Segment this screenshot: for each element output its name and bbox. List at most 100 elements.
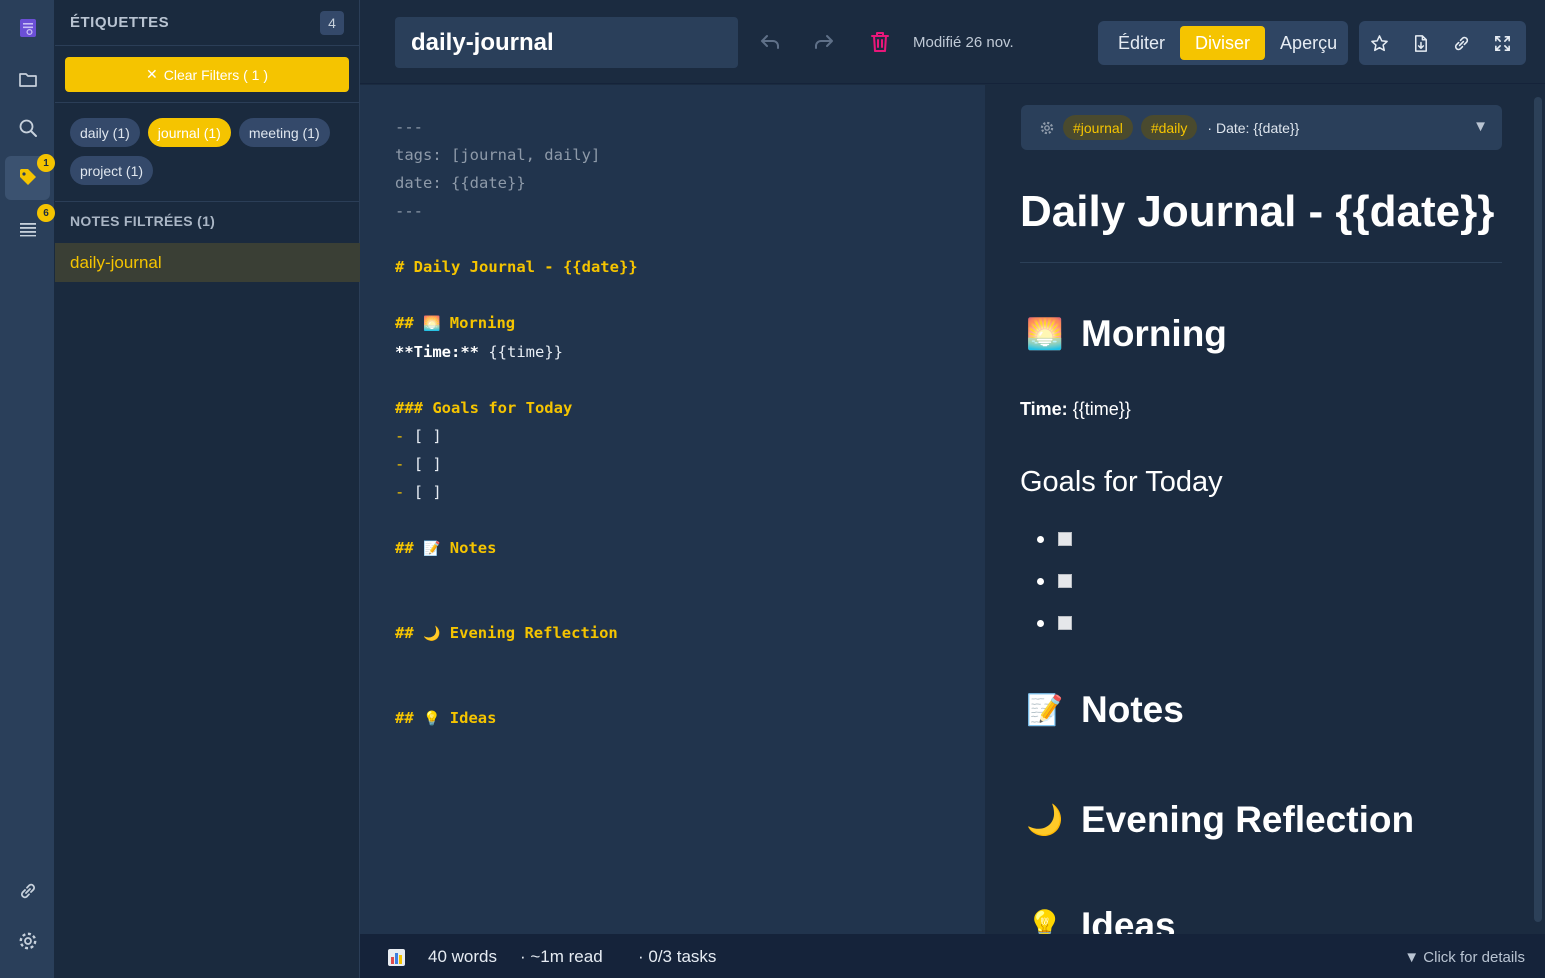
task-checkbox[interactable] (1058, 532, 1072, 546)
memo-icon: 📝 (423, 541, 441, 557)
preview-h2-label: Ideas (1081, 905, 1176, 934)
tags-panel-title: ÉTIQUETTES (70, 14, 170, 31)
fullscreen-icon[interactable] (1482, 21, 1523, 65)
divider (55, 201, 360, 202)
stats-chart-icon (388, 949, 405, 966)
preview-task-item (1037, 532, 1072, 546)
preview-h2-label: Notes (1081, 689, 1184, 730)
editor-content[interactable]: --- tags: [journal, daily] date: {{date}… (395, 113, 638, 733)
task-checkbox[interactable] (1058, 574, 1072, 588)
preview-h2-notes: 📝 Notes (1025, 689, 1184, 731)
divider (55, 102, 360, 103)
tags-panel: ÉTIQUETTES 4 ✕ Clear Filters ( 1 ) daily… (55, 0, 360, 978)
frontmatter-date-line: date: {{date}} (395, 174, 526, 192)
preview-task-item (1037, 616, 1072, 630)
settings-gear-icon (1040, 121, 1054, 134)
frontmatter-tags-line: tags: [journal, daily] (395, 146, 601, 164)
moon-icon: 🌙 (1026, 802, 1064, 838)
link-icon[interactable] (5, 869, 50, 913)
filtered-notes-title: NOTES FILTRÉES (1) (70, 213, 216, 229)
chevron-down-icon[interactable]: ▼ (1473, 118, 1488, 135)
md-h2-evening: Evening Reflection (449, 624, 618, 642)
preview-h2-ideas: 💡 Ideas (1025, 905, 1176, 935)
divider (1020, 262, 1502, 263)
frontmatter-summary[interactable]: #journal #daily · Date: {{date}} ▼ (1021, 105, 1502, 150)
markdown-editor[interactable]: --- tags: [journal, daily] date: {{date}… (360, 85, 985, 934)
bullet (1037, 619, 1044, 627)
md-list-dash: - (395, 427, 405, 445)
lightbulb-icon: 💡 (1026, 908, 1064, 935)
frontmatter-tag-chip[interactable]: #daily (1140, 115, 1198, 140)
preview-h1: Daily Journal - {{date}} (1020, 187, 1495, 236)
word-count: 40 words (428, 947, 497, 966)
preview-h2-label: Morning (1081, 313, 1227, 354)
favorite-star-icon[interactable] (1359, 21, 1400, 65)
preview-h2-morning: 🌅 Morning (1025, 313, 1227, 355)
md-time-key: **Time:** (395, 343, 479, 361)
tag-chip-project[interactable]: project (1) (70, 156, 154, 185)
note-list-item[interactable]: daily-journal (55, 243, 360, 282)
delete-trash-icon[interactable] (866, 28, 894, 56)
preview-time-value: {{time}} (1067, 399, 1131, 419)
clear-filters-label: Clear Filters ( 1 ) (163, 66, 268, 83)
tags-icon[interactable]: 1 (5, 154, 55, 200)
read-time: · ~1m read (520, 947, 603, 966)
md-h2-prefix: ## (395, 624, 414, 642)
redo-icon[interactable] (810, 28, 838, 56)
tag-chip-daily[interactable]: daily (1) (70, 118, 140, 147)
md-h2-ideas: Ideas (449, 709, 497, 727)
markdown-preview: #journal #daily · Date: {{date}} ▼ Daily… (985, 85, 1545, 934)
details-toggle[interactable]: ▼ Click for details (1404, 949, 1525, 966)
task-count: · 0/3 tasks (638, 947, 717, 966)
preview-time-label: Time: (1020, 399, 1068, 419)
app-logo-icon (5, 6, 50, 50)
bullet (1037, 577, 1044, 585)
memo-icon: 📝 (1026, 692, 1064, 728)
sunrise-icon: 🌅 (1026, 316, 1064, 352)
sunrise-icon: 🌅 (423, 316, 441, 332)
moon-icon: 🌙 (423, 626, 441, 642)
preview-h2-label: Evening Reflection (1081, 799, 1415, 840)
preview-h2-evening: 🌙 Evening Reflection (1025, 799, 1414, 841)
preview-scrollbar[interactable] (1533, 85, 1543, 934)
mode-edit-button[interactable]: Éditer (1103, 26, 1180, 60)
md-time-value: {{time}} (488, 343, 563, 361)
frontmatter-tag-chip[interactable]: #journal (1063, 115, 1133, 140)
md-task-checkbox: [ ] (413, 427, 442, 445)
frontmatter-delimiter: --- (395, 118, 423, 136)
md-h2-prefix: ## (395, 709, 414, 727)
tag-list: daily (1) journal (1) meeting (1) projec… (70, 118, 355, 185)
mode-split-button[interactable]: Diviser (1180, 26, 1266, 60)
undo-icon[interactable] (756, 28, 784, 56)
list-icon[interactable]: 6 (5, 204, 55, 250)
md-h1-line: # Daily Journal - {{date}} (395, 258, 638, 276)
md-h2-prefix: ## (395, 539, 414, 557)
md-h2-prefix: ## (395, 314, 414, 332)
status-bar: 40 words · ~1m read · 0/3 tasks ▼ Click … (360, 934, 1545, 978)
tags-badge: 1 (37, 154, 55, 172)
md-h2-morning: Morning (449, 314, 516, 332)
copy-link-icon[interactable] (1441, 21, 1482, 65)
export-file-icon[interactable] (1400, 21, 1441, 65)
note-title-input[interactable]: daily-journal (395, 17, 738, 68)
task-checkbox[interactable] (1058, 616, 1072, 630)
bullet (1037, 535, 1044, 543)
scrollbar-thumb[interactable] (1534, 97, 1542, 922)
settings-gear-icon[interactable] (5, 919, 50, 963)
lightbulb-icon: 💡 (423, 711, 441, 727)
md-list-dash: - (395, 483, 405, 501)
search-icon[interactable] (5, 106, 50, 150)
modified-timestamp: Modifié 26 nov. (913, 34, 1014, 51)
folder-icon[interactable] (5, 57, 50, 101)
tag-chip-journal[interactable]: journal (1) (147, 118, 231, 147)
preview-h3-goals: Goals for Today (1020, 466, 1223, 498)
close-icon: ✕ (146, 66, 158, 82)
editor-toolbar: daily-journal Modifié 26 nov. Éditer Div… (360, 0, 1545, 84)
mode-preview-button[interactable]: Aperçu (1265, 26, 1352, 60)
md-h2-notes: Notes (449, 539, 497, 557)
tag-chip-meeting[interactable]: meeting (1) (238, 118, 330, 147)
frontmatter-date: · Date: {{date}} (1207, 119, 1300, 136)
activity-rail: 1 6 (0, 0, 55, 978)
md-h3-goals: ### Goals for Today (395, 399, 573, 417)
clear-filters-button[interactable]: ✕ Clear Filters ( 1 ) (65, 57, 349, 92)
